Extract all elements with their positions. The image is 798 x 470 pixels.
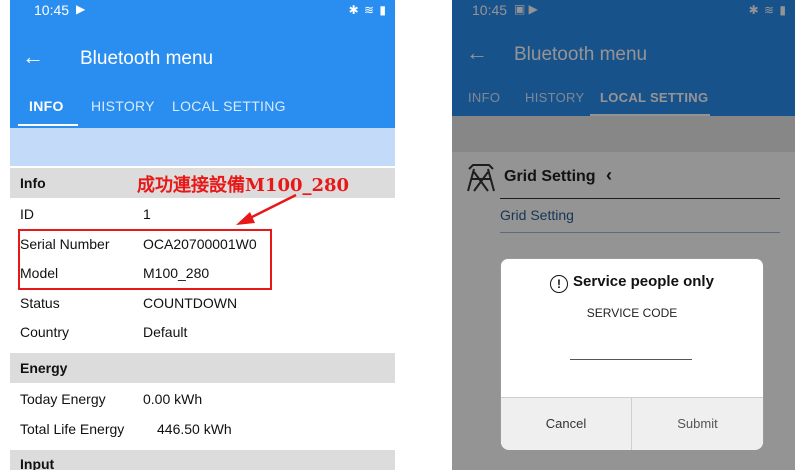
info-circle-icon: ! — [550, 275, 569, 293]
back-arrow-icon[interactable]: ← — [22, 44, 48, 70]
tab-indicator — [18, 124, 78, 126]
phone-screen-bluetooth-info: 10:45 ▶ ✱ ≋ ▮ ← Bluetooth menu INFO HIST… — [10, 0, 395, 470]
app-title: Bluetooth menu — [80, 48, 214, 69]
service-code-input-box[interactable] — [565, 329, 697, 367]
dialog-title-row: ! Service people only — [501, 273, 763, 293]
status-time: 10:45 — [34, 2, 70, 18]
tab-info[interactable]: INFO — [29, 98, 64, 114]
phone-screen-local-setting: 10:45 ▣ ▶ ✱ ≋ ▮ ← Bluetooth menu INFO HI… — [452, 0, 795, 470]
info-row-country: Country Default — [20, 324, 188, 340]
service-code-label: SERVICE CODE — [586, 306, 678, 320]
dialog-title: Service people only — [573, 273, 714, 290]
app-bar: 10:45 ▶ ✱ ≋ ▮ ← Bluetooth menu INFO HIST… — [10, 0, 395, 128]
cancel-button[interactable]: Cancel — [501, 398, 631, 450]
input-underline — [570, 359, 692, 360]
annotation-arrow — [236, 193, 297, 225]
info-row-id: ID 1 — [20, 206, 151, 222]
info-row-status: Status COUNTDOWN — [20, 295, 238, 311]
tab-local-setting[interactable]: LOCAL SETTING — [172, 98, 286, 114]
energy-row-today: Today Energy 0.00 kWh — [20, 391, 203, 407]
submit-button[interactable]: Submit — [632, 398, 763, 450]
section-header-energy: Energy — [10, 353, 395, 383]
signal-battery-icons: ✱ ≋ ▮ — [348, 3, 387, 17]
dialog-button-bar: Cancel Submit — [501, 397, 763, 450]
info-band — [10, 128, 395, 166]
service-code-dialog: ! Service people only SERVICE CODE Cancel… — [500, 258, 764, 450]
play-icon: ▶ — [76, 2, 86, 16]
highlight-box — [18, 229, 272, 290]
energy-row-total-life: Total Life Energy 446.50 kWh — [20, 421, 232, 437]
section-header-input: Input — [10, 450, 395, 470]
status-bar: 10:45 ▶ ✱ ≋ ▮ — [10, 0, 395, 20]
tab-history[interactable]: HISTORY — [91, 98, 155, 114]
